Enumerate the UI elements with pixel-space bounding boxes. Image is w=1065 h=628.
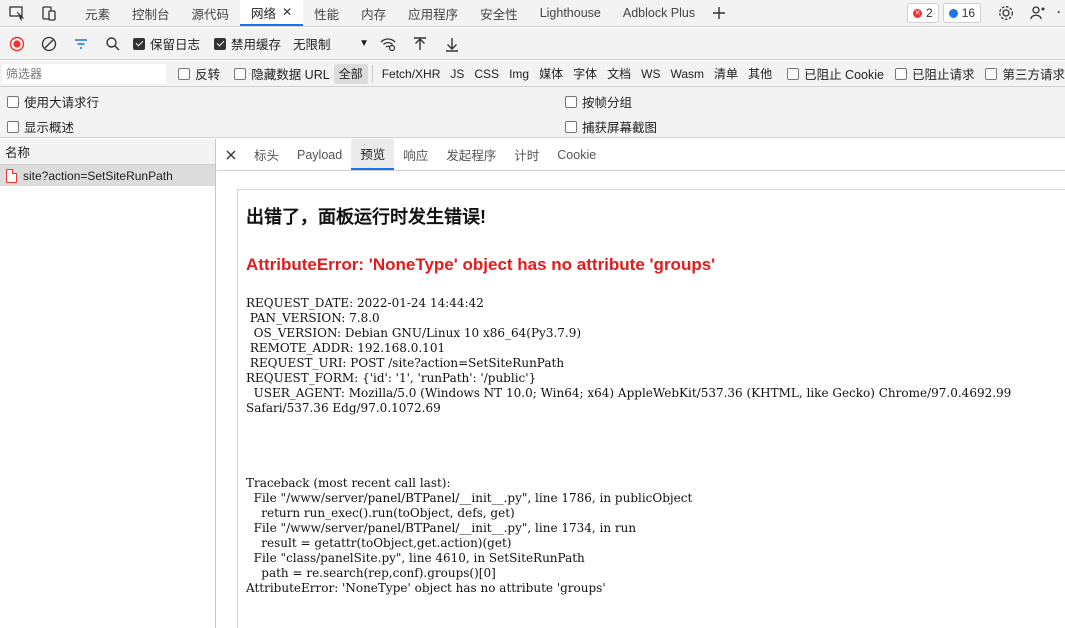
tab-elements[interactable]: 元素 [74,0,121,26]
search-icon[interactable] [100,31,126,57]
filter-type-wasm[interactable]: Wasm [665,64,709,84]
request-list: 名称 site?action=SetSiteRunPath [0,139,216,628]
blocked-cookies-checkbox[interactable]: 已阻止 Cookie [787,64,884,83]
invert-check[interactable] [178,67,191,80]
clear-icon[interactable] [36,31,62,57]
disable-cache-checkbox[interactable]: 禁用缓存 [214,34,281,53]
filter-bar: 筛选器 反转 隐藏数据 URL 全部 Fetch/XHR JS CSS Img … [0,61,1065,87]
document-icon [6,168,17,183]
filter-icon[interactable] [68,31,94,57]
tab-sources[interactable]: 源代码 [181,0,241,26]
message-icon [948,8,958,18]
tab-performance[interactable]: 性能 [303,0,350,26]
blocked-cookies-check[interactable] [787,67,800,80]
hide-data-urls-check[interactable] [234,67,247,80]
tab-response[interactable]: 响应 [394,139,437,170]
third-party-check[interactable] [985,67,998,80]
third-party-checkbox[interactable]: 第三方请求 [985,64,1065,83]
group-by-frame-check[interactable] [565,95,577,108]
inspect-element-icon[interactable] [4,0,30,26]
resource-type-filters: 全部 Fetch/XHR JS CSS Img 媒体 字体 文档 WS Wasm… [333,63,777,84]
response-preview: 出错了，面板运行时发生错误! AttributeError: 'NoneType… [237,189,1065,628]
tab-network[interactable]: 网络 ✕ [240,0,304,26]
close-details-icon[interactable] [217,142,245,168]
filter-type-all[interactable]: 全部 [333,63,368,84]
hide-data-urls-checkbox[interactable]: 隐藏数据 URL [234,64,330,83]
filter-type-doc[interactable]: 文档 [602,64,636,84]
blocked-requests-checkbox[interactable]: 已阻止请求 [894,64,974,83]
network-toolbar: 保留日志 禁用缓存 无限制 ▼ [0,28,1065,60]
error-icon: ✕ [913,8,922,18]
filter-type-img[interactable]: Img [504,64,534,84]
tab-headers[interactable]: 标头 [245,139,288,170]
add-tab-icon[interactable] [706,0,732,26]
tab-cookies[interactable]: Cookie [548,139,605,170]
blocked-requests-check[interactable] [894,67,907,80]
message-count-badge[interactable]: 16 [942,3,982,23]
record-icon[interactable] [4,31,30,57]
tab-application[interactable]: 应用程序 [397,0,469,26]
filter-type-fetch-xhr[interactable]: Fetch/XHR [377,64,446,84]
tab-memory[interactable]: 内存 [350,0,397,26]
tab-payload[interactable]: Payload [288,139,351,170]
disable-cache-check[interactable] [214,37,227,50]
filter-type-js[interactable]: JS [445,64,469,84]
panel-tabs: 元素 控制台 源代码 网络 ✕ 性能 内存 应用程序 安全性 Lighthouse… [74,0,732,26]
tab-adblock-plus[interactable]: Adblock Plus [612,0,706,26]
error-count-badge[interactable]: ✕ 2 [907,3,939,23]
request-info: REQUEST_DATE: 2022-01-24 14:44:42 PAN_VE… [246,296,1012,415]
large-rows-checkbox[interactable]: 使用大请求行 [7,92,99,111]
preserve-log-check[interactable] [133,37,145,50]
filter-type-media[interactable]: 媒体 [534,64,568,84]
show-overview-checkbox[interactable]: 显示概述 [7,117,74,136]
chevron-down-icon: ▼ [359,38,370,49]
filter-type-ws[interactable]: WS [636,64,665,84]
network-settings: 使用大请求行 显示概述 按帧分组 捕获屏幕截图 [0,87,1065,138]
error-message: AttributeError: 'NoneType' object has no… [246,255,716,274]
settings-gear-icon[interactable] [993,0,1019,26]
show-overview-check[interactable] [7,120,19,133]
filter-input[interactable]: 筛选器 [2,63,167,84]
capture-screenshots-check[interactable] [565,120,577,133]
throttle-select[interactable]: 无限制 ▼ [293,34,369,53]
traceback: Traceback (most recent call last): File … [246,476,693,595]
filter-type-manifest[interactable]: 清单 [709,64,743,84]
invert-checkbox[interactable]: 反转 [178,64,220,83]
tab-console[interactable]: 控制台 [121,0,181,26]
upload-icon[interactable] [407,31,433,57]
profile-icon[interactable] [1025,0,1051,26]
filter-type-css[interactable]: CSS [469,64,504,84]
device-toolbar-icon[interactable] [36,0,62,26]
tab-lighthouse[interactable]: Lighthouse [529,0,612,26]
tab-security[interactable]: 安全性 [469,0,529,26]
name-column-header[interactable]: 名称 [0,139,215,165]
download-icon[interactable] [439,31,465,57]
more-options-icon[interactable]: · [1057,5,1061,19]
details-tabs: 标头 Payload 预览 响应 发起程序 计时 Cookie [217,139,1065,171]
network-conditions-icon[interactable] [375,31,401,57]
error-heading: 出错了，面板运行时发生错误! [246,207,486,227]
tab-initiator[interactable]: 发起程序 [437,139,505,170]
tab-preview[interactable]: 预览 [351,139,395,170]
close-tab-icon[interactable]: ✕ [282,5,292,19]
request-row[interactable]: site?action=SetSiteRunPath [0,165,215,186]
group-by-frame-checkbox[interactable]: 按帧分组 [565,92,632,111]
tab-timing[interactable]: 计时 [505,139,548,170]
large-rows-check[interactable] [7,95,19,108]
divider [371,64,373,83]
devtools-tab-bar: 元素 控制台 源代码 网络 ✕ 性能 内存 应用程序 安全性 Lighthouse… [0,0,1065,27]
request-details: 标头 Payload 预览 响应 发起程序 计时 Cookie 出错了，面板运行… [217,139,1065,628]
capture-screenshots-checkbox[interactable]: 捕获屏幕截图 [565,117,657,136]
status-badges: ✕ 2 16 [907,3,985,23]
filter-type-font[interactable]: 字体 [568,64,602,84]
preserve-log-checkbox[interactable]: 保留日志 [133,34,200,53]
filter-type-other[interactable]: 其他 [743,64,777,84]
